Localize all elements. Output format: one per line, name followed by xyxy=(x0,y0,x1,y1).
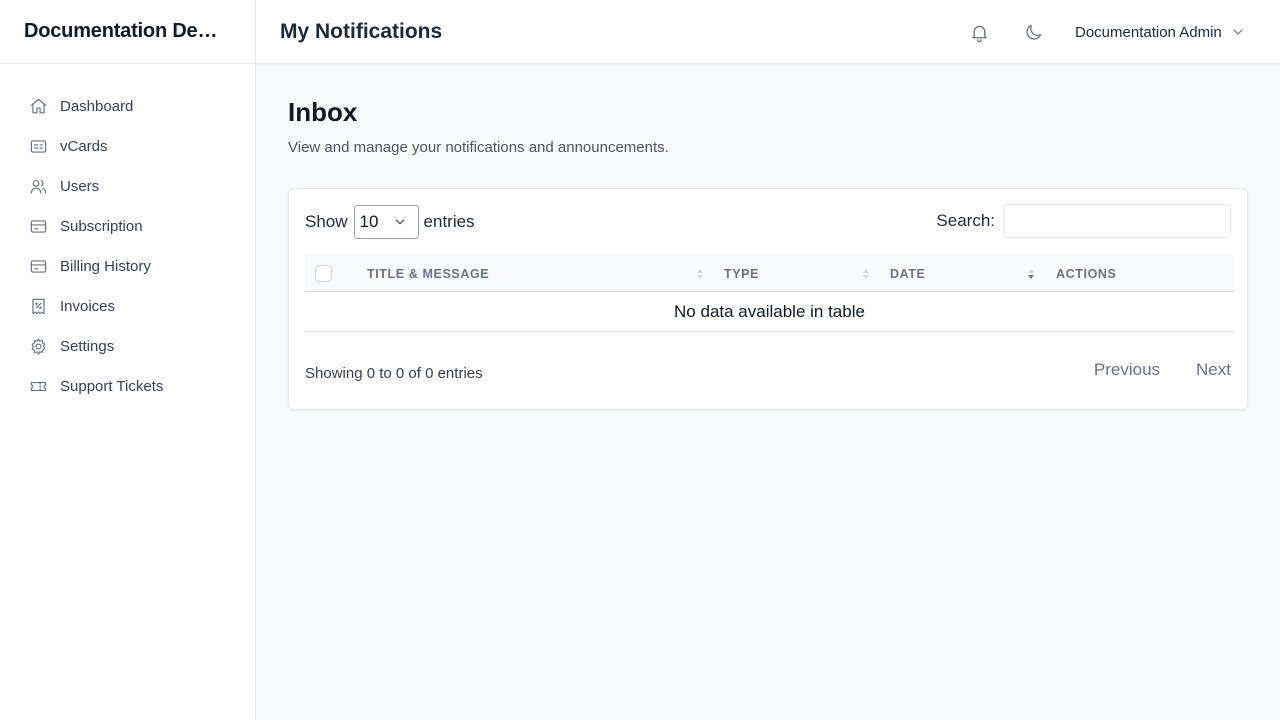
show-label: Show xyxy=(305,212,348,231)
page-length-select[interactable]: 10 xyxy=(353,205,419,239)
main-content: Inbox View and manage your notifications… xyxy=(288,96,1248,410)
sidebar-item-settings[interactable]: Settings xyxy=(0,326,255,366)
sidebar-item-invoices[interactable]: Invoices xyxy=(0,286,255,326)
sidebar-item-subscription[interactable]: Subscription xyxy=(0,206,255,246)
chevron-down-icon xyxy=(395,219,404,225)
sidebar-item-dashboard[interactable]: Dashboard xyxy=(0,86,255,126)
user-name: Documentation Admin xyxy=(1075,23,1222,41)
inbox-description: View and manage your notifications and a… xyxy=(288,139,669,156)
moon-icon[interactable] xyxy=(1021,20,1045,44)
brand-name[interactable]: Documentation Demo xyxy=(24,20,224,43)
sidebar-item-label: Settings xyxy=(60,337,115,355)
table-info: Showing 0 to 0 of 0 entries xyxy=(305,365,483,382)
sidebar-nav: Dashboard vCards Users Subscription Bill… xyxy=(0,64,255,406)
id-card-icon xyxy=(28,136,48,156)
select-all-checkbox[interactable] xyxy=(315,265,332,282)
sidebar-item-billing-history[interactable]: Billing History xyxy=(0,246,255,286)
inbox-heading: Inbox xyxy=(288,97,358,127)
ticket-icon xyxy=(28,376,48,396)
empty-table-row: No data available in table xyxy=(305,292,1234,332)
column-header-date[interactable]: DATE xyxy=(890,255,926,292)
chevron-down-icon xyxy=(1233,29,1243,35)
column-header-title[interactable]: TITLE & MESSAGE xyxy=(367,255,489,292)
gear-icon xyxy=(28,336,48,356)
page-length-control: Show 10 entries xyxy=(305,205,475,239)
brand: Documentation Demo xyxy=(0,0,255,64)
search-label: Search: xyxy=(936,211,995,230)
home-icon xyxy=(28,96,48,116)
top-bar: My Notifications Documentation Admin xyxy=(256,0,1280,64)
receipt-icon xyxy=(28,296,48,316)
notifications-table: TITLE & MESSAGE TYPE DATE ACTIONS No dat… xyxy=(305,255,1234,332)
sidebar-item-label: Users xyxy=(60,177,100,195)
sidebar-item-label: Subscription xyxy=(60,217,143,235)
notifications-table-card: Show 10 entries Search: TITLE & MESSAGE … xyxy=(288,188,1248,410)
user-menu[interactable]: Documentation Admin xyxy=(1075,20,1246,44)
next-page-button[interactable]: Next xyxy=(1160,360,1231,380)
page-length-value: 10 xyxy=(359,212,379,231)
credit-card-icon xyxy=(28,256,48,276)
bell-icon[interactable] xyxy=(967,20,991,44)
previous-page-button[interactable]: Previous xyxy=(1058,360,1160,380)
sidebar-item-label: vCards xyxy=(60,137,108,155)
search-control: Search: xyxy=(936,204,1231,238)
column-header-type[interactable]: TYPE xyxy=(724,255,759,292)
column-header-actions: ACTIONS xyxy=(1056,266,1117,281)
sidebar-item-label: Support Tickets xyxy=(60,377,164,395)
sidebar-item-label: Dashboard xyxy=(60,97,134,115)
sidebar: Documentation Demo Dashboard vCards User… xyxy=(0,0,256,720)
sidebar-item-vcards[interactable]: vCards xyxy=(0,126,255,166)
credit-card-icon xyxy=(28,216,48,236)
search-input[interactable] xyxy=(1003,204,1231,238)
sidebar-item-users[interactable]: Users xyxy=(0,166,255,206)
sidebar-item-label: Billing History xyxy=(60,257,151,275)
pagination: Previous Next xyxy=(1058,360,1231,380)
sort-icon xyxy=(862,266,870,282)
page-title: My Notifications xyxy=(280,19,443,43)
empty-message: No data available in table xyxy=(674,301,865,321)
sidebar-item-support-tickets[interactable]: Support Tickets xyxy=(0,366,255,406)
users-icon xyxy=(28,176,48,196)
entries-label: entries xyxy=(423,212,475,231)
sort-icon xyxy=(696,266,704,282)
sidebar-item-label: Invoices xyxy=(60,297,116,315)
table-header: TITLE & MESSAGE TYPE DATE ACTIONS xyxy=(305,255,1234,292)
sort-desc-icon xyxy=(1027,266,1035,282)
